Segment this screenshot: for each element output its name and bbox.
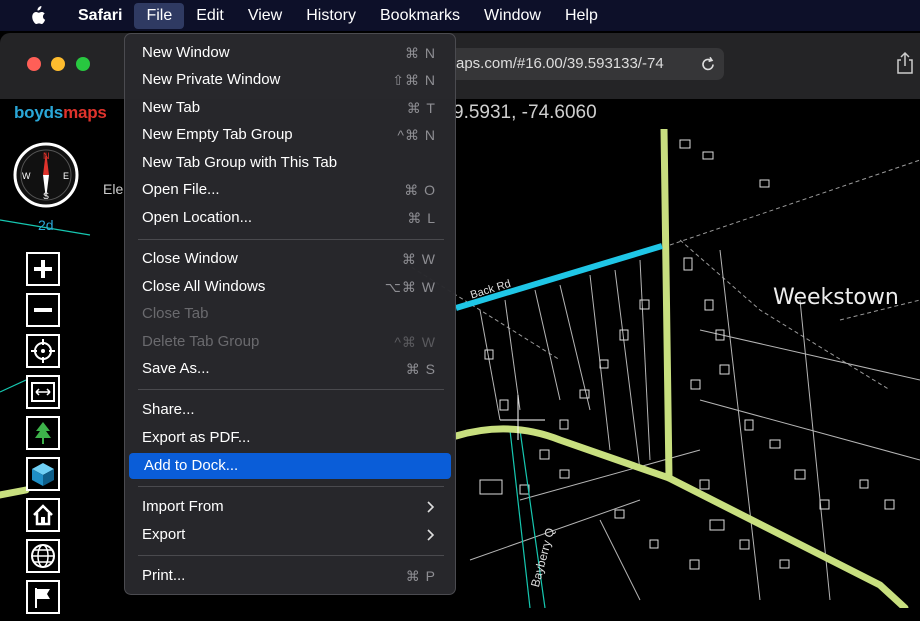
menu-item-new-empty-tab-group[interactable]: New Empty Tab Group ^⌘ N (129, 122, 451, 148)
menu-separator (138, 239, 444, 240)
swap-layers-icon[interactable] (26, 375, 60, 409)
address-bar[interactable]: aps.com/#16.00/39.593133/-74 (440, 48, 724, 80)
file-menu-dropdown: New Window ⌘ N New Private Window ⇧⌘ N New… (124, 33, 456, 595)
menu-item-new-tab-group-with-this-tab[interactable]: New Tab Group with This Tab (129, 150, 451, 176)
menu-edit[interactable]: Edit (184, 3, 236, 29)
menu-item-export-as-pdf[interactable]: Export as PDF... (129, 425, 451, 451)
menu-file[interactable]: File (134, 2, 185, 29)
menu-safari[interactable]: Safari (66, 3, 134, 29)
locate-icon[interactable] (26, 334, 60, 368)
globe-icon[interactable] (26, 539, 60, 573)
menu-item-share[interactable]: Share... (129, 397, 451, 423)
menu-separator (138, 389, 444, 390)
compass-w: W (22, 171, 31, 181)
flag-icon[interactable] (26, 580, 60, 614)
reload-icon[interactable] (700, 55, 716, 78)
zoom-out-button[interactable] (26, 293, 60, 327)
menu-separator (138, 486, 444, 487)
menu-bar: Safari File Edit View History Bookmarks … (0, 0, 920, 31)
boydsmaps-logo[interactable]: boydsmaps (14, 103, 107, 123)
menu-item-close-tab: Close Tab (142, 305, 209, 322)
menu-item-new-window[interactable]: New Window ⌘ N (129, 40, 451, 66)
address-text: aps.com/#16.00/39.593133/-74 (456, 55, 664, 72)
map-toolbar (26, 252, 64, 621)
menu-help[interactable]: Help (553, 3, 610, 29)
chevron-right-icon (427, 522, 435, 557)
menu-item-close-window[interactable]: Close Window ⌘ W (129, 246, 451, 272)
compass-e: E (63, 171, 69, 181)
menu-item-save-as[interactable]: Save As... ⌘ S (129, 356, 451, 382)
menu-item-export[interactable]: Export (129, 522, 451, 548)
menu-item-delete-tab-group: Delete Tab Group ^⌘ W (142, 333, 436, 350)
menu-view[interactable]: View (236, 3, 294, 29)
logo-part1: boyds (14, 103, 64, 122)
share-icon[interactable] (896, 51, 914, 80)
tree-icon[interactable] (26, 416, 60, 450)
close-window-button[interactable] (27, 57, 41, 71)
view-mode-2d: 2d (38, 217, 54, 233)
menu-item-new-private-window[interactable]: New Private Window ⇧⌘ N (129, 67, 451, 93)
town-label: Weekstown (773, 285, 899, 310)
minimize-window-button[interactable] (51, 57, 65, 71)
coordinates-readout: 9.5931, -74.6060 (453, 102, 597, 123)
menu-history[interactable]: History (294, 3, 368, 29)
3d-cube-icon[interactable] (26, 457, 60, 491)
zoom-window-button[interactable] (76, 57, 90, 71)
apple-logo-icon[interactable] (26, 5, 48, 26)
menu-separator (138, 555, 444, 556)
menu-item-add-to-dock[interactable]: Add to Dock... (129, 453, 451, 479)
menu-item-print[interactable]: Print... ⌘ P (129, 563, 451, 589)
menu-item-open-file[interactable]: Open File... ⌘ O (129, 177, 451, 203)
compass-s: S (43, 191, 49, 201)
logo-part2: maps (63, 103, 107, 122)
menu-item-import-from[interactable]: Import From (129, 494, 451, 520)
menu-item-new-tab[interactable]: New Tab ⌘ T (129, 95, 451, 121)
menu-item-close-all-windows[interactable]: Close All Windows ⌥⌘ W (129, 274, 451, 300)
home-icon[interactable] (26, 498, 60, 532)
menu-window[interactable]: Window (472, 3, 553, 29)
menu-bookmarks[interactable]: Bookmarks (368, 3, 472, 29)
compass-n: N (43, 151, 50, 161)
compass-widget[interactable]: N S E W 2d (12, 141, 82, 241)
menu-item-open-location[interactable]: Open Location... ⌘ L (129, 205, 451, 231)
zoom-in-button[interactable] (26, 252, 60, 286)
elevation-label: Ele (103, 181, 124, 197)
